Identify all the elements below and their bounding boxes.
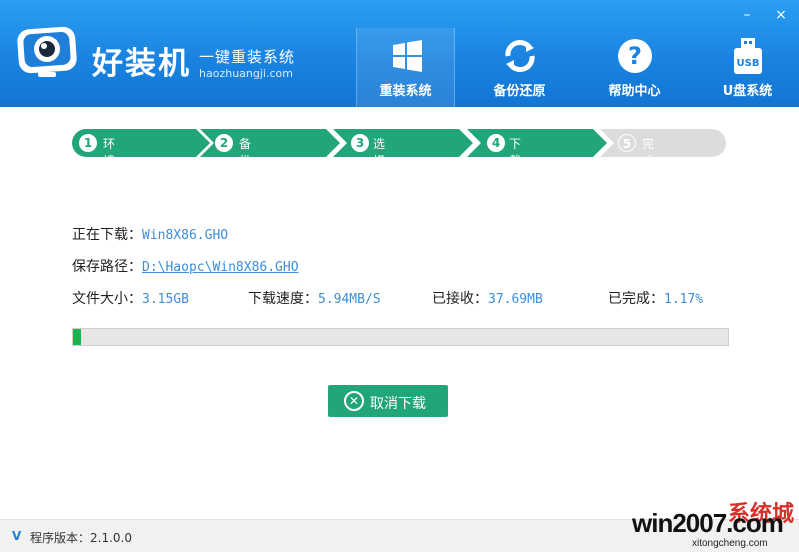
watermark-sub: xitongcheng.com [692, 538, 768, 549]
brand-slogan: 一键重装系统 [199, 48, 296, 66]
svg-text:?: ? [628, 42, 642, 70]
step-number: 5 [618, 134, 636, 152]
received-value: 37.69MB [488, 292, 543, 307]
completed-row: 已完成：1.17% [608, 288, 703, 308]
download-speed-row: 下载速度：5.94MB/S [248, 288, 381, 308]
received-label: 已接收： [432, 291, 488, 307]
nav-label: U盘系统 [722, 84, 773, 99]
downloading-label: 正在下载： [72, 227, 142, 243]
file-size-row: 文件大小：3.15GB [72, 288, 189, 308]
cancel-circle-icon: ✕ [344, 391, 364, 411]
nav-help-center[interactable]: ? 帮助中心 [585, 28, 684, 107]
step-number: 1 [79, 134, 97, 152]
watermark: 系统城 win2007.com xitongcheng.com [632, 494, 799, 552]
sync-icon [500, 36, 540, 76]
usb-icon: USB [728, 36, 768, 76]
completed-label: 已完成： [608, 291, 664, 307]
download-progress-bar [72, 328, 729, 346]
close-button[interactable]: × [772, 6, 790, 24]
svg-text:USB: USB [737, 58, 760, 69]
step-number: 3 [351, 134, 369, 152]
received-row: 已接收：37.69MB [432, 288, 543, 308]
brand-site: haozhuangji.com [199, 67, 293, 80]
step-label: 环境检测 [103, 137, 116, 202]
progress-steps: 1 环境检测 2 备份资料 3 选择系统 4 下载文件 5 完成重启 [72, 129, 726, 202]
app-header: 好装机 一键重装系统 haozhuangji.com 重装系统 备份还原 ? 帮… [0, 0, 799, 107]
file-size-value: 3.15GB [142, 292, 189, 307]
program-version: 程序版本：2.1.0.0 [30, 531, 132, 545]
save-path-link[interactable]: D:\Haopc\Win8X86.GHO [142, 260, 299, 275]
nav-label: 帮助中心 [608, 84, 661, 99]
download-speed-value: 5.94MB/S [318, 292, 381, 307]
file-size-label: 文件大小： [72, 291, 142, 307]
help-icon: ? [615, 36, 655, 76]
download-speed-label: 下载速度： [248, 291, 318, 307]
version-mark: V [12, 529, 22, 543]
minimize-button[interactable]: – [738, 6, 756, 24]
downloading-row: 正在下载：Win8X86.GHO [72, 224, 228, 244]
completed-value: 1.17% [664, 292, 704, 307]
brand-title: 好装机 [92, 46, 191, 82]
cancel-download-label: 取消下载 [370, 396, 426, 412]
nav-label: 重装系统 [379, 84, 432, 99]
progress-fill [73, 329, 81, 345]
step-label: 完成重启 [642, 137, 655, 202]
watermark-main: win2007.com [632, 508, 784, 538]
save-path-row: 保存路径：D:\Haopc\Win8X86.GHO [72, 256, 299, 276]
step-label: 备份资料 [239, 137, 252, 202]
windows-icon [387, 36, 427, 76]
nav-usb-system[interactable]: USB U盘系统 [698, 28, 797, 107]
nav-backup-restore[interactable]: 备份还原 [470, 28, 569, 107]
step-number: 4 [487, 134, 505, 152]
step-label: 选择系统 [373, 137, 386, 202]
nav-reinstall-system[interactable]: 重装系统 [356, 28, 455, 107]
app-logo-icon [14, 24, 80, 80]
step-number: 2 [215, 134, 233, 152]
save-path-label: 保存路径： [72, 259, 142, 275]
step-label: 下载文件 [509, 137, 522, 202]
downloading-file: Win8X86.GHO [142, 228, 229, 243]
cancel-download-button[interactable]: ✕ 取消下载 [328, 385, 448, 417]
nav-label: 备份还原 [493, 84, 546, 99]
